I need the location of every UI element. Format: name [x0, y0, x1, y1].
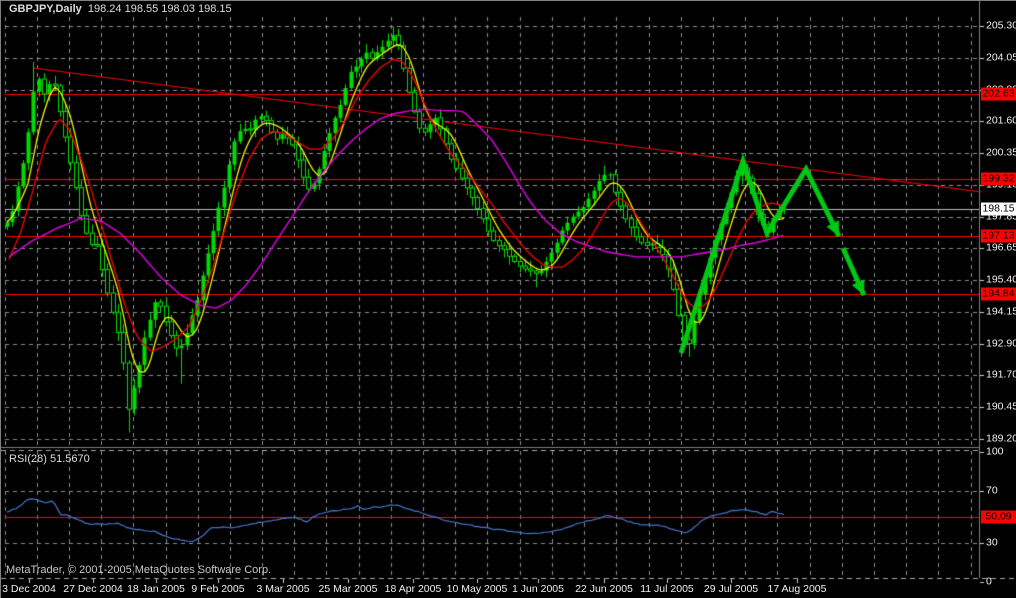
- date-axis-label: 27 Dec 2004: [63, 583, 123, 595]
- price-axis-tick: 204.05: [986, 51, 1016, 64]
- date-axis-label: 29 Jul 2005: [703, 583, 759, 595]
- price-axis-tick: 196.65: [986, 241, 1016, 254]
- date-axis-label: 3 Mar 2005: [256, 583, 310, 595]
- price-axis-tick: 195.40: [986, 273, 1016, 286]
- date-axis-label: 18 Apr 2005: [384, 583, 442, 595]
- price-level-tag: 194.84: [981, 287, 1016, 301]
- price-axis-tick: 192.90: [986, 337, 1016, 350]
- price-axis-tick: 189.20: [986, 432, 1016, 445]
- date-axis-label: 3 Dec 2004: [2, 583, 56, 595]
- copyright-text: MetaTrader, © 2001-2005 MetaQuotes Softw…: [6, 564, 272, 576]
- price-level-tag: 202.63: [981, 87, 1016, 101]
- date-axis-label: 22 Jun 2005: [575, 583, 633, 595]
- price-axis-tick: 194.15: [986, 305, 1016, 318]
- date-axis-label: 18 Jan 2005: [127, 583, 185, 595]
- rsi-axis-tick: 70: [986, 484, 998, 497]
- rsi-axis-tick: 100: [986, 445, 1004, 458]
- rsi-level-tag: 50.09: [981, 510, 1016, 524]
- chart-ohlc-quotes: 198.24 198.55 198.03 198.15: [87, 3, 232, 15]
- price-level-tag: 199.32: [981, 172, 1016, 186]
- price-axis-tick: 190.45: [986, 400, 1016, 413]
- price-axis-tick: 200.35: [986, 146, 1016, 159]
- metatrader-chart-window: GBPJPY,Daily 198.24 198.55 198.03 198.15…: [0, 0, 1016, 598]
- chart-symbol-timeframe: GBPJPY,Daily: [9, 3, 82, 15]
- rsi-indicator-label: RSI(28) 51.5670: [9, 453, 90, 465]
- rsi-axis-tick: 30: [986, 536, 998, 549]
- date-axis-label: 1 Jun 2005: [512, 583, 564, 595]
- rsi-axis-tick: 0: [986, 575, 992, 588]
- date-axis-label: 11 Jul 2005: [640, 583, 694, 595]
- price-level-tag: 197.13: [981, 229, 1016, 243]
- price-axis-tick: 201.60: [986, 114, 1016, 127]
- chart-title: GBPJPY,Daily 198.24 198.55 198.03 198.15: [9, 3, 232, 16]
- price-axis-tick: 205.30: [986, 19, 1016, 32]
- price-chart-canvas[interactable]: [1, 1, 1016, 598]
- date-axis-label: 9 Feb 2005: [191, 583, 245, 595]
- current-price-tag: 198.15: [981, 202, 1016, 216]
- date-axis-label: 10 May 2005: [446, 583, 508, 595]
- date-axis-label: 17 Aug 2005: [767, 583, 827, 595]
- date-axis-label: 25 Mar 2005: [318, 583, 378, 595]
- price-axis-tick: 191.70: [986, 368, 1016, 381]
